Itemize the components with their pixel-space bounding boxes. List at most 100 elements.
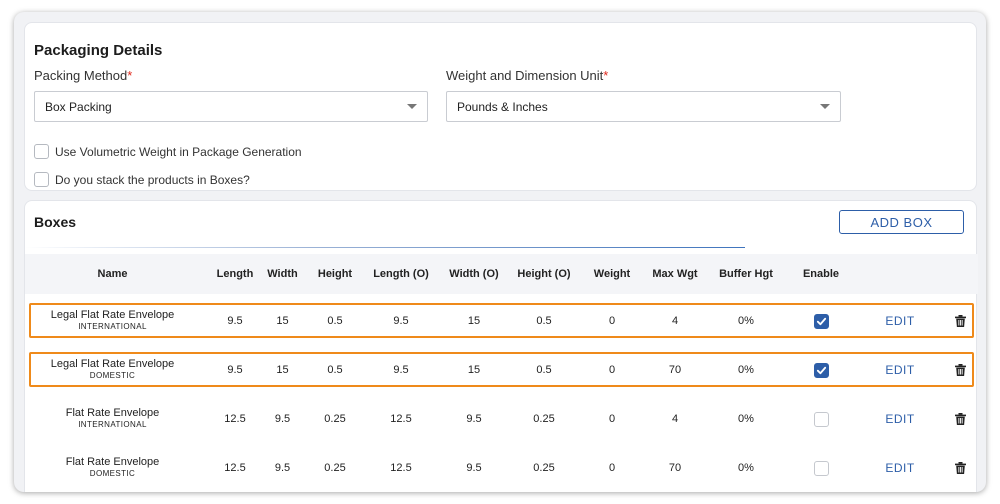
col-name: Name [97, 268, 128, 280]
cell-length-o: 9.5 [393, 315, 409, 327]
col-length-o: Length (O) [373, 268, 429, 280]
cell-length: 12.5 [224, 462, 246, 474]
table-row: Flat Rate Envelope DOMESTIC 12.5 9.5 0.25 12.… [25, 447, 978, 489]
weight-unit-label: Weight and Dimension Unit* [446, 68, 608, 83]
cell-height-o: 0.5 [536, 315, 552, 327]
cell-height: 0.5 [327, 315, 343, 327]
enable-checkbox[interactable] [813, 460, 829, 476]
delete-button[interactable] [950, 300, 970, 342]
cell-max-wgt: 4 [671, 315, 679, 327]
box-service: DOMESTIC [89, 469, 136, 478]
cell-height-o: 0.25 [533, 413, 555, 425]
check-icon [816, 317, 826, 325]
trash-icon [954, 413, 966, 425]
edit-button[interactable]: EDIT [875, 300, 925, 342]
box-name: Flat Rate Envelope [65, 407, 160, 419]
enable-checkbox[interactable] [813, 362, 829, 378]
app-window: Packaging Details Packing Method* Box Pa… [14, 12, 986, 492]
col-weight: Weight [593, 268, 631, 280]
cell-length: 9.5 [227, 364, 243, 376]
cell-width-o: 9.5 [466, 413, 482, 425]
packing-method-label: Packing Method* [34, 68, 132, 83]
col-height: Height [317, 268, 353, 280]
cell-width: 15 [276, 364, 289, 376]
enable-checkbox[interactable] [813, 313, 829, 329]
add-box-button[interactable]: ADD BOX [839, 210, 964, 234]
boxes-title: Boxes [34, 214, 77, 230]
packing-method-select[interactable]: Box Packing [34, 91, 428, 122]
check-icon [816, 366, 826, 374]
edit-button[interactable]: EDIT [875, 349, 925, 391]
stack-products-option[interactable]: Do you stack the products in Boxes? [34, 172, 250, 187]
cell-max-wgt: 4 [671, 413, 679, 425]
cell-enable [796, 349, 846, 391]
chevron-down-icon [820, 104, 830, 109]
packing-method-label-text: Packing Method [34, 68, 128, 83]
delete-button[interactable] [950, 398, 970, 440]
cell-width: 9.5 [274, 462, 291, 474]
packaging-details-card: Packaging Details Packing Method* Box Pa… [24, 22, 977, 191]
cell-width: 15 [276, 315, 289, 327]
packing-method-value: Box Packing [45, 99, 112, 114]
box-service: DOMESTIC [89, 371, 136, 380]
required-mark: * [603, 68, 609, 83]
cell-max-wgt: 70 [668, 462, 682, 474]
stack-products-checkbox[interactable] [34, 172, 49, 187]
trash-icon [954, 315, 966, 327]
box-name: Legal Flat Rate Envelope [50, 309, 175, 321]
cell-name: Flat Rate Envelope DOMESTIC [35, 447, 190, 489]
cell-height: 0.5 [327, 364, 343, 376]
col-max-wgt: Max Wgt [652, 268, 698, 280]
cell-height-o: 0.5 [536, 364, 552, 376]
cell-length-o: 12.5 [390, 462, 412, 474]
col-height-o: Height (O) [517, 268, 571, 280]
box-service: INTERNATIONAL [78, 322, 147, 331]
trash-icon [954, 462, 966, 474]
cell-width-o: 9.5 [466, 462, 482, 474]
table-header: Name Length Width Height Length (O) Widt… [25, 254, 978, 294]
cell-height: 0.25 [324, 462, 346, 474]
required-mark: * [127, 68, 133, 83]
delete-button[interactable] [950, 349, 970, 391]
box-name: Flat Rate Envelope [65, 456, 160, 468]
weight-unit-value: Pounds & Inches [457, 99, 548, 114]
delete-button[interactable] [950, 447, 970, 489]
volumetric-weight-option[interactable]: Use Volumetric Weight in Package Generat… [34, 144, 302, 159]
col-width: Width [267, 268, 298, 280]
edit-button[interactable]: EDIT [875, 447, 925, 489]
edit-button[interactable]: EDIT [875, 398, 925, 440]
table-row: Legal Flat Rate Envelope DOMESTIC 9.5 15 0.5… [25, 349, 978, 391]
cell-name: Legal Flat Rate Envelope DOMESTIC [35, 349, 190, 391]
cell-length-o: 9.5 [393, 364, 409, 376]
weight-unit-select[interactable]: Pounds & Inches [446, 91, 841, 122]
cell-enable [796, 398, 846, 440]
cell-height-o: 0.25 [533, 462, 555, 474]
cell-width-o: 15 [467, 364, 481, 376]
cell-buffer-hgt: 0% [738, 364, 754, 376]
stack-products-label: Do you stack the products in Boxes? [55, 172, 250, 187]
packaging-details-title: Packaging Details [34, 42, 163, 59]
cell-width: 9.5 [274, 413, 291, 425]
cell-length: 12.5 [224, 413, 246, 425]
cell-name: Legal Flat Rate Envelope INTERNATIONAL [35, 300, 190, 342]
cell-height: 0.25 [324, 413, 346, 425]
cell-weight: 0 [608, 364, 616, 376]
col-length: Length [216, 268, 254, 280]
chevron-down-icon [407, 104, 417, 109]
section-divider [25, 247, 745, 248]
table-row: Legal Flat Rate Envelope INTERNATIONAL 9.5… [25, 300, 978, 342]
cell-weight: 0 [608, 462, 616, 474]
cell-weight: 0 [608, 315, 616, 327]
boxes-card: Boxes ADD BOX Name Length Width Height L… [24, 200, 978, 492]
cell-width-o: 15 [467, 315, 481, 327]
cell-weight: 0 [608, 413, 616, 425]
enable-checkbox[interactable] [813, 411, 829, 427]
box-name: Legal Flat Rate Envelope [50, 358, 175, 370]
cell-enable [796, 447, 846, 489]
box-service: INTERNATIONAL [78, 420, 147, 429]
volumetric-weight-label: Use Volumetric Weight in Package Generat… [55, 144, 302, 159]
col-buffer-hgt: Buffer Hgt [719, 268, 773, 280]
cell-name: Flat Rate Envelope INTERNATIONAL [35, 398, 190, 440]
cell-max-wgt: 70 [668, 364, 682, 376]
volumetric-weight-checkbox[interactable] [34, 144, 49, 159]
